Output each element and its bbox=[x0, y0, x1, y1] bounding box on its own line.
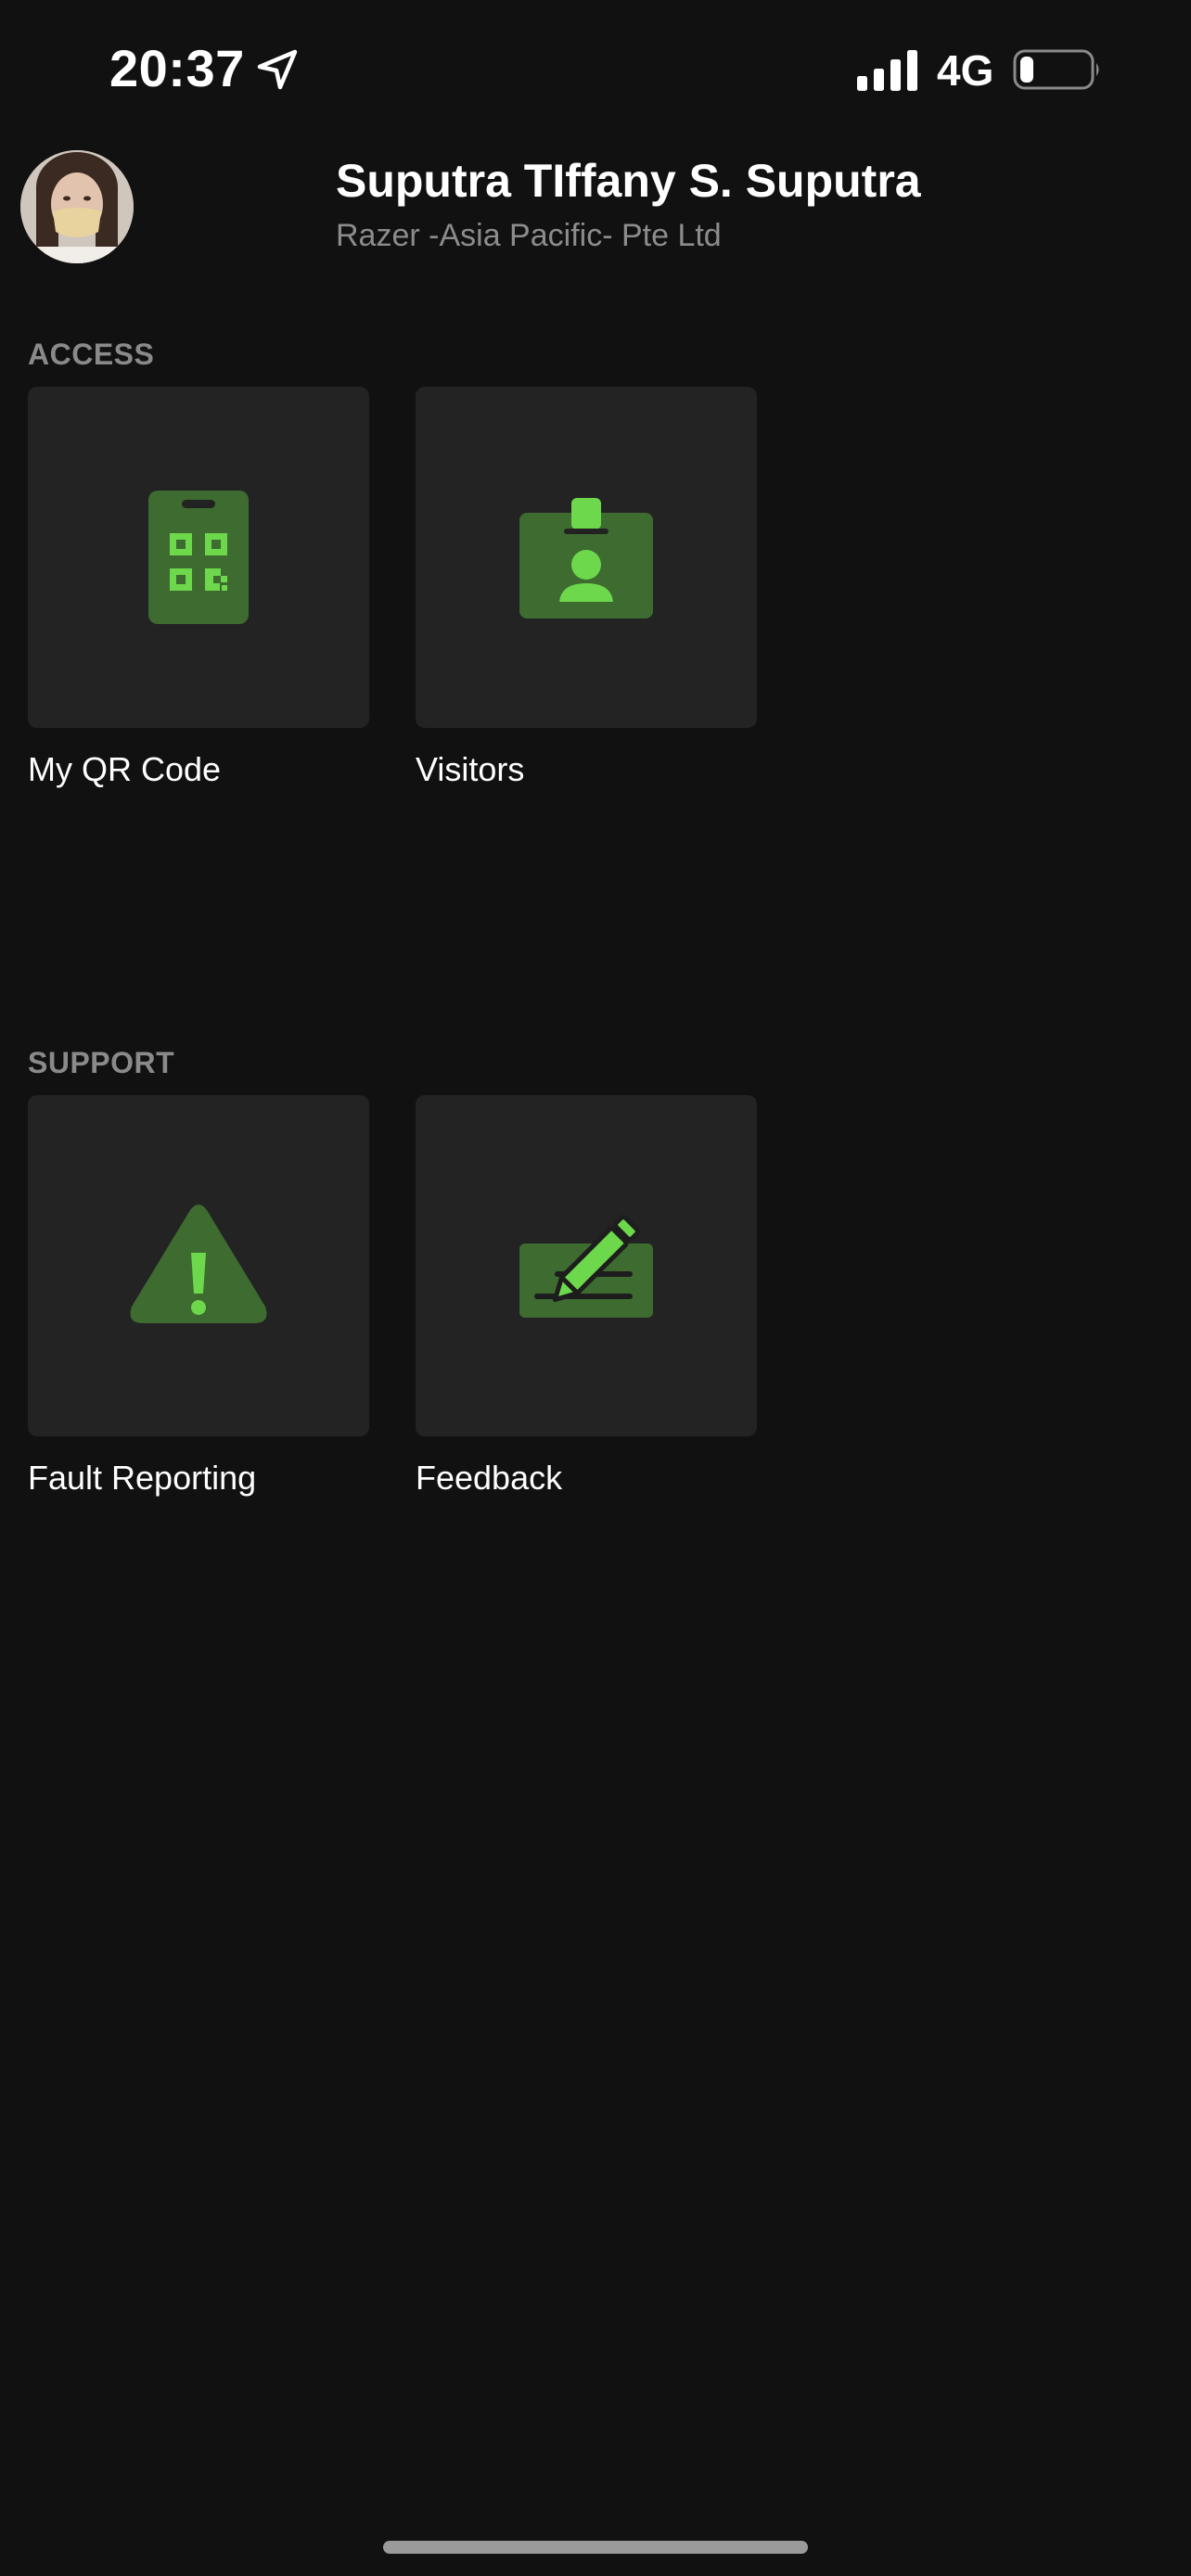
edit-feedback-icon bbox=[519, 1215, 653, 1318]
tile-label-feedback: Feedback bbox=[416, 1459, 563, 1497]
warning-triangle-icon bbox=[130, 1205, 267, 1323]
tile-label-visitors: Visitors bbox=[416, 750, 525, 788]
tile-label-fault-reporting: Fault Reporting bbox=[28, 1459, 257, 1497]
fault-reporting-tile[interactable] bbox=[28, 1095, 369, 1436]
battery-low-icon bbox=[1013, 49, 1099, 90]
my-qr-code-tile[interactable] bbox=[28, 387, 369, 728]
feedback-tile[interactable] bbox=[416, 1095, 757, 1436]
network-type: 4G bbox=[937, 46, 994, 95]
status-time: 20:37 bbox=[109, 39, 245, 97]
status-bar: 20:37 4G bbox=[0, 0, 1191, 139]
visitors-tile[interactable] bbox=[416, 387, 757, 728]
avatar[interactable] bbox=[20, 150, 134, 263]
avatar-photo bbox=[20, 150, 134, 263]
location-arrow-icon bbox=[257, 49, 298, 90]
section-title-access: ACCESS bbox=[28, 338, 155, 371]
profile-company: Razer -Asia Pacific- Pte Ltd bbox=[336, 218, 722, 253]
tile-label-my-qr-code: My QR Code bbox=[28, 750, 222, 788]
visitor-badge-icon bbox=[519, 498, 653, 618]
home-indicator[interactable] bbox=[383, 2541, 808, 2554]
signal-bars-icon bbox=[857, 50, 917, 91]
section-title-support: SUPPORT bbox=[28, 1046, 175, 1079]
qr-badge-icon bbox=[148, 491, 249, 624]
profile-name: Suputra TIffany S. Suputra bbox=[336, 155, 921, 207]
